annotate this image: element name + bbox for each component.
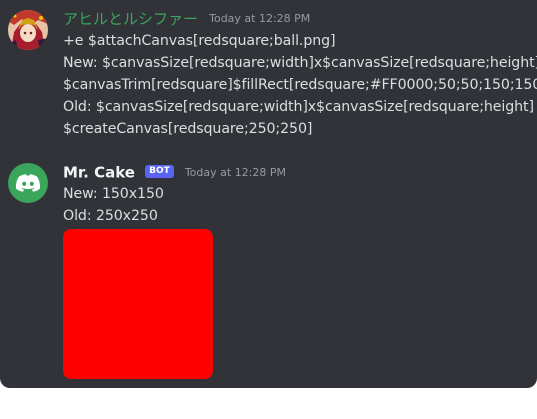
message-header: アヒルとルシファー Today at 12:28 PM — [63, 8, 310, 29]
message-line: $canvasTrim[redsquare]$fillRect[redsquar… — [63, 77, 537, 93]
discord-logo-icon — [15, 174, 41, 192]
message-user: アヒルとルシファー Today at 12:28 PM +e $attachCa… — [0, 0, 537, 150]
anime-avatar-icon — [8, 10, 48, 50]
message-content: New: 150x150 Old: 250x250 — [63, 183, 164, 227]
message-line: +e $attachCanvas[redsquare;ball.png] — [63, 33, 336, 49]
timestamp: Today at 12:28 PM — [209, 12, 311, 25]
message-header: Mr. Cake BOT Today at 12:28 PM — [63, 162, 286, 182]
bot-avatar[interactable] — [8, 163, 48, 203]
message-content: +e $attachCanvas[redsquare;ball.png] New… — [63, 30, 537, 140]
message-line: New: 150x150 — [63, 186, 164, 202]
message-line: Old: $canvasSize[redsquare;width]x$canva… — [63, 99, 534, 115]
timestamp: Today at 12:28 PM — [184, 166, 287, 179]
bot-badge: BOT — [145, 165, 174, 178]
author-name[interactable]: アヒルとルシファー — [63, 10, 198, 28]
author-name[interactable]: Mr. Cake — [63, 164, 135, 182]
chat-view: アヒルとルシファー Today at 12:28 PM +e $attachCa… — [0, 0, 537, 388]
message-line: Old: 250x250 — [63, 208, 158, 224]
message-line: $createCanvas[redsquare;250;250] — [63, 121, 313, 137]
message-line: New: $canvasSize[redsquare;width]x$canva… — [63, 55, 537, 71]
user-avatar[interactable] — [8, 10, 48, 50]
image-attachment[interactable] — [63, 229, 213, 379]
